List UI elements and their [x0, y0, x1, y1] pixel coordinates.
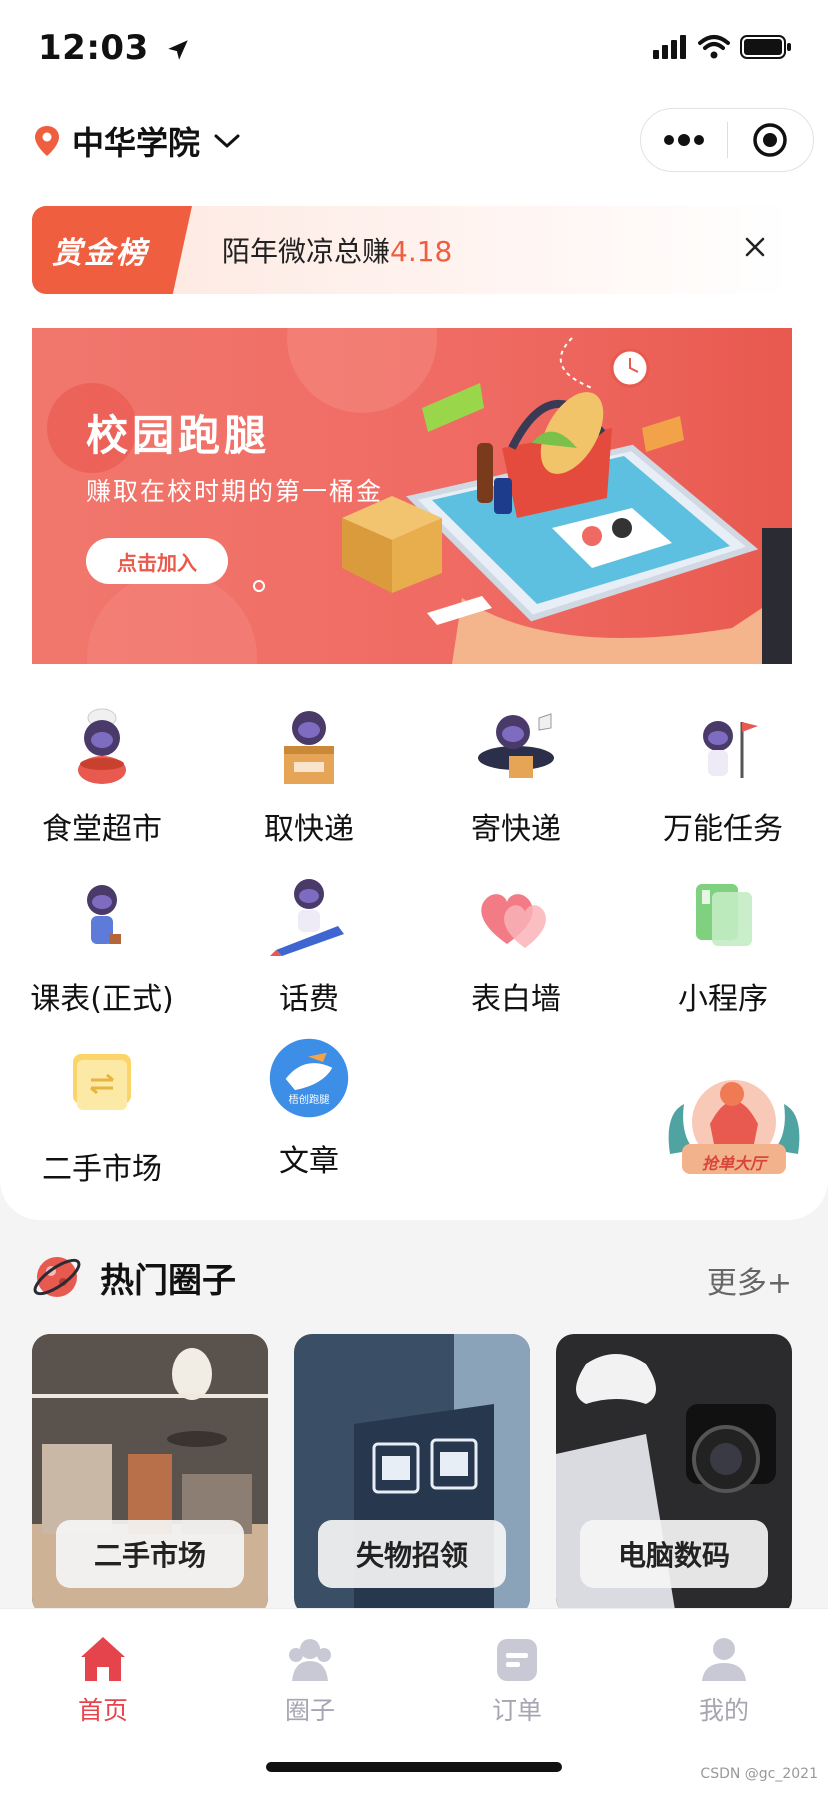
mini-program-capsule	[640, 108, 814, 172]
banner-title: 校园跑腿	[86, 411, 271, 460]
service-label: 话费	[279, 982, 339, 1017]
pickup-package-icon	[284, 711, 334, 784]
close-icon[interactable]	[738, 230, 772, 264]
circle-card-electronics[interactable]: 电脑数码	[556, 1334, 792, 1616]
circle-card-label: 失物招领	[318, 1520, 506, 1588]
order-hall-button[interactable]: 抢单大厅	[660, 1064, 808, 1182]
close-mini-program-button[interactable]	[728, 109, 814, 171]
reward-user-text: 陌年微凉总赚	[222, 235, 391, 268]
join-button[interactable]: 点击加入	[86, 538, 228, 584]
target-icon	[753, 123, 787, 157]
service-mini-program[interactable]: 小程序	[623, 870, 823, 1018]
home-indicator	[266, 1762, 562, 1772]
service-label: 表白墙	[471, 982, 561, 1017]
service-second-hand[interactable]: 二手市场	[2, 1040, 202, 1188]
service-label: 二手市场	[42, 1152, 162, 1187]
circle-card-label: 电脑数码	[580, 1520, 768, 1588]
more-button[interactable]	[641, 109, 727, 171]
circles-icon	[289, 1639, 331, 1681]
circle-card-second-hand[interactable]: 二手市场	[32, 1334, 268, 1616]
location-selector[interactable]: 中华学院	[34, 118, 242, 164]
circle-card-label: 二手市场	[56, 1520, 244, 1588]
battery-icon	[740, 35, 791, 59]
service-label: 万能任务	[663, 812, 783, 847]
tab-profile[interactable]: 我的	[624, 1631, 824, 1727]
location-pin-icon	[35, 126, 59, 156]
tab-orders[interactable]: 订单	[417, 1631, 617, 1727]
service-send[interactable]: 寄快递	[416, 700, 616, 848]
second-hand-icon	[73, 1054, 131, 1110]
service-schedule[interactable]: 课表(正式)	[2, 870, 202, 1018]
reward-text: 陌年微凉总赚4.18	[222, 230, 452, 270]
service-label: 取快递	[264, 812, 354, 847]
reward-ranking-bar[interactable]: 赏金榜 陌年微凉总赚4.18	[32, 206, 792, 294]
tab-label: 首页	[77, 1696, 128, 1725]
article-icon: 梧创跑腿	[269, 1038, 349, 1118]
mini-program-icon	[696, 884, 752, 946]
send-package-icon	[478, 713, 554, 778]
hot-circles-title: 热门圈子	[100, 1260, 236, 1301]
tab-label: 我的	[698, 1696, 749, 1725]
promo-banner[interactable]: 校园跑腿 赚取在校时期的第一桶金 点击加入	[32, 328, 792, 664]
watermark: CSDN @gc_2021	[700, 1766, 818, 1782]
order-hall-label: 抢单大厅	[701, 1154, 766, 1173]
service-label: 食堂超市	[42, 812, 162, 847]
tab-label: 订单	[491, 1696, 542, 1725]
location-arrow-icon	[168, 39, 188, 60]
schedule-astronaut-icon	[87, 885, 121, 944]
phone-bill-icon	[270, 879, 344, 956]
tab-label: 圈子	[284, 1696, 335, 1725]
status-time-text: 12:03	[38, 28, 149, 68]
service-pickup[interactable]: 取快递	[209, 700, 409, 848]
tab-home[interactable]: 首页	[3, 1631, 203, 1727]
planet-icon	[33, 1257, 81, 1297]
location-name: 中华学院	[72, 124, 201, 162]
service-canteen[interactable]: 食堂超市	[2, 700, 202, 848]
user-icon	[702, 1638, 746, 1681]
service-article[interactable]: 梧创跑腿 文章	[209, 1036, 409, 1180]
banner-subtitle: 赚取在校时期的第一桶金	[86, 477, 384, 506]
article-badge-text: 梧创跑腿	[288, 1093, 329, 1106]
reward-tag: 赏金榜	[32, 206, 192, 294]
home-icon	[81, 1637, 125, 1681]
task-flag-icon	[703, 721, 758, 778]
service-task[interactable]: 万能任务	[623, 700, 823, 848]
cellular-signal-icon	[653, 35, 686, 59]
status-icons	[652, 34, 792, 60]
more-dots-icon	[663, 134, 704, 146]
tab-circles[interactable]: 圈子	[210, 1631, 410, 1727]
service-phone-bill[interactable]: 话费	[209, 870, 409, 1018]
service-label: 文章	[279, 1144, 339, 1179]
circle-card-lost-found[interactable]: 失物招领	[294, 1334, 530, 1616]
service-label: 小程序	[678, 982, 768, 1017]
more-link[interactable]: 更多+	[707, 1258, 792, 1302]
chevron-down-icon	[214, 134, 240, 148]
wifi-icon	[698, 35, 730, 59]
hot-circles-header: 热门圈子	[32, 1252, 236, 1302]
canteen-astronaut-icon	[78, 708, 126, 784]
hearts-icon	[481, 894, 546, 948]
service-confession-wall[interactable]: 表白墙	[416, 870, 616, 1018]
reward-amount: 4.18	[390, 235, 453, 268]
order-icon	[497, 1639, 537, 1681]
service-label: 寄快递	[471, 812, 561, 847]
service-label: 课表(正式)	[30, 982, 174, 1017]
status-time: 12:03	[38, 28, 191, 68]
